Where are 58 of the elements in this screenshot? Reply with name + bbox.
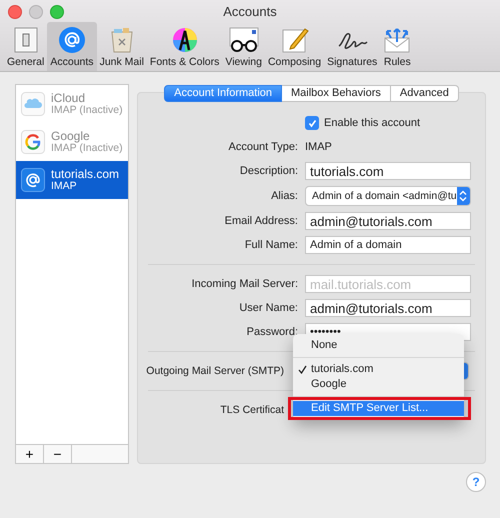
cloud-icon [21, 92, 45, 116]
field-label: Incoming Mail Server: [190, 278, 298, 290]
account-type: IMAP (Inactive) [51, 142, 123, 154]
help-button[interactable]: ? [466, 472, 486, 492]
field-label: Alias: [270, 190, 298, 202]
toolbar-tab[interactable]: Composing [264, 22, 324, 71]
checkbox[interactable] [305, 116, 319, 130]
at-sign-icon [58, 26, 86, 54]
stepper-icon [459, 190, 468, 202]
envelope-icon [383, 26, 412, 54]
at-sign-icon [21, 168, 45, 192]
tab[interactable]: Advanced [390, 85, 459, 102]
zoom-button[interactable] [50, 5, 64, 19]
account-type: IMAP [51, 180, 78, 192]
field-label: Outgoing Mail Server (SMTP) [145, 365, 284, 377]
account-item[interactable]: tutorials.com IMAP [16, 161, 128, 199]
color-wheel-icon [170, 26, 199, 54]
glasses-icon [228, 26, 260, 54]
toolbar-tab[interactable]: Fonts & Colors [146, 22, 222, 71]
toolbar-tab[interactable]: Viewing [222, 22, 265, 71]
field-label: Password: [246, 326, 298, 338]
checkmark-icon [298, 365, 307, 374]
switch-icon [12, 26, 39, 54]
tab[interactable]: Mailbox Behaviors [282, 85, 391, 102]
input-field[interactable]: admin@tutorials.com [305, 212, 471, 230]
checkmark-icon [308, 118, 316, 128]
field-label: Full Name: [244, 239, 298, 251]
field-label: TLS Certificat [219, 404, 284, 416]
field-label: User Name: [238, 302, 298, 314]
account-name: Google [51, 130, 91, 142]
account-item[interactable]: iCloud IMAP (Inactive) [16, 85, 128, 123]
menu-item[interactable]: None [293, 338, 464, 353]
checkbox-label: Enable this account [324, 117, 420, 129]
account-type: IMAP (Inactive) [51, 104, 123, 116]
account-name: iCloud [51, 92, 86, 104]
input-field[interactable]: tutorials.com [305, 162, 471, 180]
pencil-icon [280, 26, 309, 54]
toolbar-tab[interactable]: Signatures [324, 22, 380, 71]
field-label: Description: [238, 165, 298, 177]
colored-ring-icon [21, 130, 45, 154]
window-title: Accounts [223, 4, 277, 18]
toolbar-tab[interactable]: Junk Mail [96, 22, 147, 71]
account-name: tutorials.com [51, 168, 120, 180]
account-item[interactable]: Google IMAP (Inactive) [16, 123, 128, 161]
toolbar-tab[interactable]: Rules [380, 22, 414, 71]
minimize-button[interactable] [29, 5, 43, 19]
input-field[interactable]: admin@tutorials.com [305, 299, 471, 317]
toolbar-tab[interactable]: General [4, 22, 48, 71]
input-field[interactable]: mail.tutorials.com [305, 275, 471, 293]
field-label: Email Address: [224, 215, 298, 227]
menu-item[interactable]: tutorials.com [293, 362, 464, 377]
field-label: Account Type: [227, 141, 298, 153]
alias-dropdown[interactable]: Admin of a domain <admin@tu [305, 186, 471, 206]
input-field[interactable]: Admin of a domain [305, 236, 471, 254]
field-value: IMAP [305, 141, 333, 153]
menu-item[interactable]: Google [293, 377, 464, 392]
close-button[interactable] [8, 5, 22, 19]
toolbar-tab[interactable]: Accounts [47, 22, 97, 71]
